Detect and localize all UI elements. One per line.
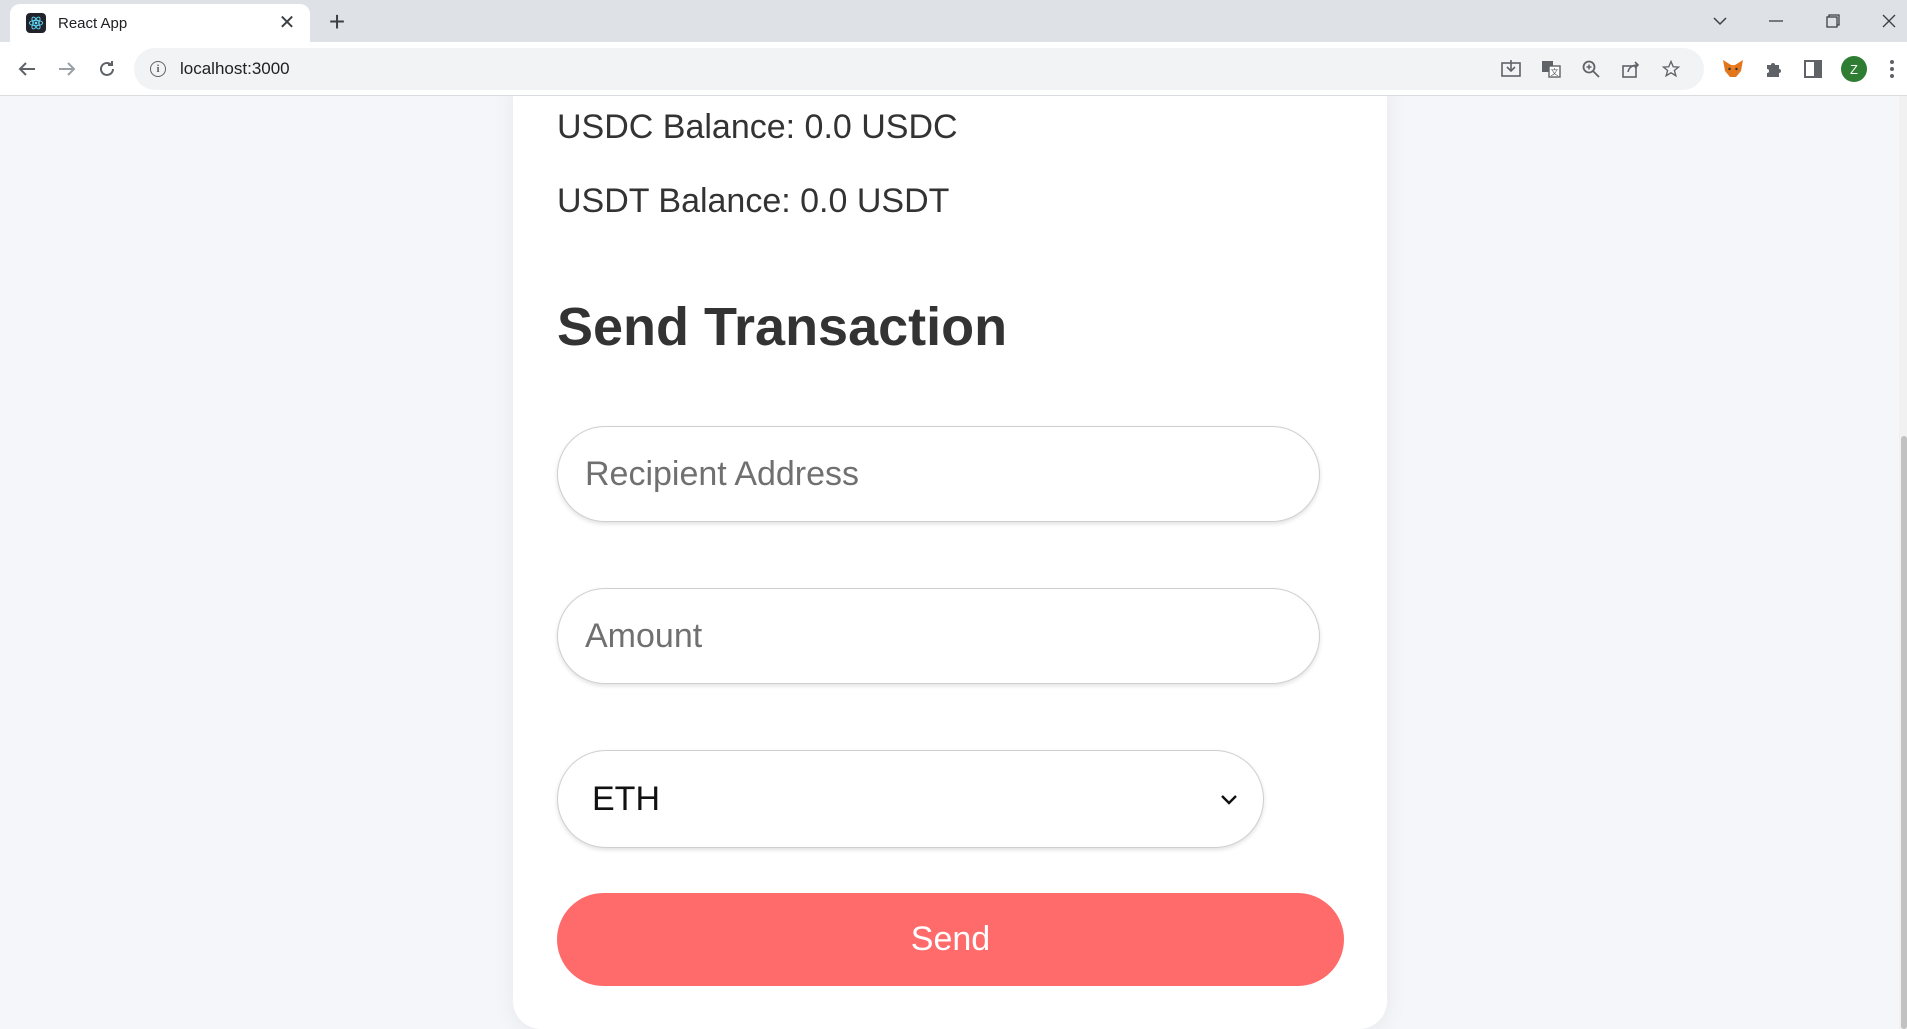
bookmark-star-icon[interactable]	[1656, 54, 1686, 84]
amount-input[interactable]	[557, 588, 1320, 684]
url-text: localhost:3000	[180, 59, 290, 78]
site-info-icon[interactable]: i	[150, 61, 166, 77]
extensions-puzzle-icon[interactable]	[1758, 54, 1788, 84]
forward-button[interactable]	[52, 54, 82, 84]
address-bar[interactable]: i localhost:3000 文	[134, 48, 1704, 90]
minimize-button[interactable]	[1756, 6, 1796, 36]
page-scrollbar[interactable]	[1899, 96, 1907, 1029]
usdc-balance: USDC Balance: 0.0 USDC	[557, 108, 958, 146]
scrollbar-thumb[interactable]	[1901, 436, 1907, 1029]
browser-toolbar: i localhost:3000 文 Z	[0, 42, 1907, 96]
new-tab-button[interactable]: +	[322, 8, 352, 38]
back-button[interactable]	[12, 54, 42, 84]
svg-text:文: 文	[1551, 67, 1559, 77]
zoom-icon[interactable]	[1576, 54, 1606, 84]
tab-close-icon[interactable]: ✕	[276, 12, 298, 34]
tab-strip: React App ✕ +	[0, 0, 1907, 42]
wallet-card	[513, 96, 1387, 1029]
recipient-address-input[interactable]	[557, 426, 1320, 522]
send-button[interactable]: Send	[557, 893, 1344, 986]
tab-title: React App	[58, 14, 128, 32]
share-icon[interactable]	[1616, 54, 1646, 84]
metamask-fox-icon[interactable]	[1718, 54, 1748, 84]
page-viewport: USDC Balance: 0.0 USDC USDT Balance: 0.0…	[0, 96, 1907, 1029]
close-window-button[interactable]	[1869, 6, 1907, 36]
chevron-down-icon	[1209, 779, 1249, 819]
translate-icon[interactable]: 文	[1536, 54, 1566, 84]
browser-menu-icon[interactable]	[1882, 54, 1902, 84]
reload-button[interactable]	[92, 54, 122, 84]
profile-avatar[interactable]: Z	[1841, 56, 1867, 82]
send-transaction-heading: Send Transaction	[557, 297, 1008, 357]
browser-tab[interactable]: React App ✕	[10, 4, 310, 42]
token-select-value: ETH	[592, 779, 660, 818]
restore-button[interactable]	[1813, 6, 1853, 36]
tab-search-chevron-icon[interactable]	[1700, 6, 1740, 36]
usdt-balance: USDT Balance: 0.0 USDT	[557, 182, 950, 220]
token-select[interactable]: ETH	[557, 750, 1264, 848]
side-panel-icon[interactable]	[1798, 54, 1828, 84]
react-favicon-icon	[26, 13, 46, 33]
install-icon[interactable]	[1496, 54, 1526, 84]
